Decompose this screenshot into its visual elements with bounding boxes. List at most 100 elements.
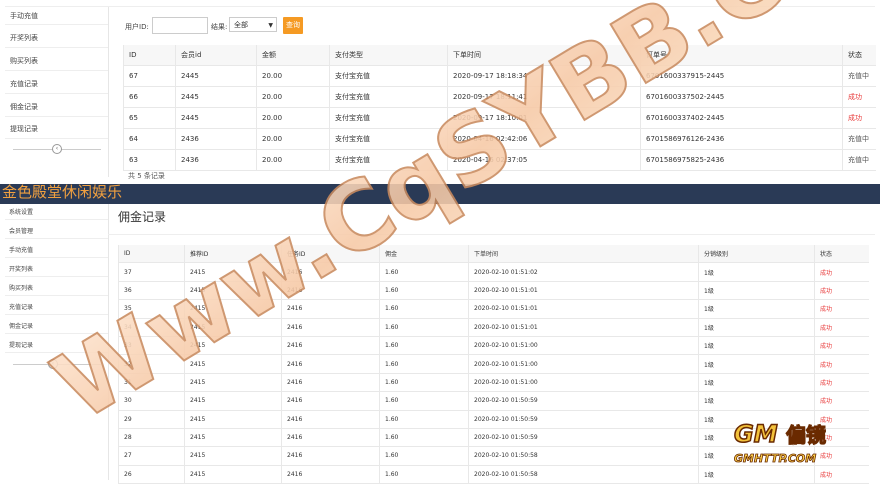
- sidebar-item-manual-recharge[interactable]: 手动充值: [9, 245, 33, 254]
- chevron-left-icon[interactable]: ‹: [48, 359, 58, 369]
- user-id-label: 用户ID:: [125, 23, 149, 31]
- table-row[interactable]: 33 2415 2416 1.60 2020-02-10 01:51:00 1级 成功: [118, 336, 869, 356]
- column-header[interactable]: 金额: [256, 45, 330, 66]
- table-cell: 1.60: [379, 299, 469, 319]
- table-cell: 1级: [698, 318, 815, 337]
- table-cell: 成功: [842, 86, 876, 108]
- column-header[interactable]: 任务ID: [281, 245, 380, 264]
- table-cell: 2020-02-10 01:50:59: [468, 410, 699, 429]
- column-header[interactable]: 分销级别: [698, 245, 815, 264]
- table-cell: 2415: [184, 465, 282, 484]
- table-header-row: ID 推荐ID 任务ID 佣金 下单时间 分销级别 状态: [118, 245, 869, 264]
- page-title: 佣金记录: [118, 210, 167, 224]
- table-row[interactable]: 37 2415 2416 1.60 2020-02-10 01:51:02 1级 成功: [118, 262, 869, 282]
- result-select[interactable]: 全部 ▼: [229, 17, 277, 32]
- table-row[interactable]: 34 2415 2416 1.60 2020-02-10 01:51:01 1级 成功: [118, 318, 869, 337]
- table-cell: 1级: [698, 391, 815, 411]
- column-header[interactable]: 推荐ID: [184, 245, 282, 264]
- table-cell: 2415: [184, 354, 282, 374]
- table-cell: 20.00: [256, 149, 330, 171]
- recharge-table: ID 会员id 金额 支付类型 下单时间 订单号 状态 67 2445 20.00 支…: [123, 45, 876, 171]
- table-cell: 1级: [698, 262, 815, 282]
- sidebar-item-purchase-list[interactable]: 购买列表: [10, 56, 38, 66]
- table-cell: 27: [118, 446, 185, 466]
- table-row[interactable]: 63 2436 20.00 支付宝充值 2020-04-16 02:37:05 67015…: [123, 149, 876, 171]
- sidebar-item-member-management[interactable]: 会员管理: [9, 226, 33, 235]
- table-cell: 2436: [175, 149, 257, 171]
- logo-chinese-text: 偏镜: [786, 423, 826, 447]
- table-cell: 2415: [184, 428, 282, 448]
- sidebar-item-withdraw-records[interactable]: 提现记录: [10, 124, 38, 134]
- table-row[interactable]: 66 2445 20.00 支付宝充值 2020-09-17 18:11:41 67016…: [123, 86, 876, 108]
- table-cell: 2445: [175, 86, 257, 108]
- result-label: 结果:: [211, 23, 228, 31]
- table-cell: 2436: [175, 128, 257, 150]
- sidebar-item-commission-records[interactable]: 佣金记录: [9, 321, 33, 330]
- sidebar-item-recharge-records[interactable]: 充值记录: [10, 79, 38, 89]
- column-header[interactable]: 下单时间: [468, 245, 699, 264]
- table-row[interactable]: 65 2445 20.00 支付宝充值 2020-09-17 18:10:01 67016…: [123, 107, 876, 129]
- column-header[interactable]: 下单时间: [447, 45, 641, 66]
- column-header[interactable]: 支付类型: [329, 45, 448, 66]
- logo-sub-text: GMHTTP.COM: [734, 452, 816, 465]
- table-cell: 成功: [814, 262, 869, 282]
- column-header[interactable]: ID: [123, 45, 176, 66]
- chevron-down-icon: ▼: [268, 22, 273, 29]
- column-header[interactable]: 会员id: [175, 45, 257, 66]
- table-cell: 1.60: [379, 373, 469, 393]
- chevron-left-icon[interactable]: ‹: [52, 144, 62, 154]
- table-row[interactable]: 31 2415 2416 1.60 2020-02-10 01:51:00 1级 成功: [118, 373, 869, 393]
- divider: [5, 352, 108, 353]
- table-cell: 2416: [281, 299, 380, 319]
- sidebar: 手动充值 开奖列表 购买列表 充值记录 佣金记录 提现记录 ‹: [5, 7, 109, 177]
- table-cell: 2415: [184, 318, 282, 337]
- table-row[interactable]: 35 2415 2416 1.60 2020-02-10 01:51:01 1级 成功: [118, 299, 869, 319]
- sidebar-item-purchase-list[interactable]: 购买列表: [9, 283, 33, 292]
- table-row[interactable]: 30 2415 2416 1.60 2020-02-10 01:50:59 1级 成功: [118, 391, 869, 411]
- table-cell: 2416: [281, 446, 380, 466]
- table-row[interactable]: 67 2445 20.00 支付宝充值 2020-09-17 18:18:34 67016…: [123, 65, 876, 87]
- table-cell: 1级: [698, 336, 815, 356]
- record-count: 共 5 条记录: [128, 172, 165, 180]
- table-cell: 2020-02-10 01:50:58: [468, 465, 699, 484]
- table-cell: 2416: [281, 391, 380, 411]
- result-select-value: 全部: [234, 21, 248, 29]
- column-header[interactable]: ID: [118, 245, 185, 264]
- table-row[interactable]: 36 2415 2416 1.60 2020-02-10 01:51:01 1级 成功: [118, 281, 869, 301]
- table-cell: 32: [118, 354, 185, 374]
- table-cell: 65: [123, 107, 176, 129]
- table-cell: 2415: [184, 299, 282, 319]
- table-cell: 成功: [814, 391, 869, 411]
- table-cell: 支付宝充值: [329, 149, 448, 171]
- divider: [5, 314, 108, 315]
- sidebar-item-withdraw-records[interactable]: 提现记录: [9, 340, 33, 349]
- table-cell: 1.60: [379, 391, 469, 411]
- table-cell: 2020-02-10 01:51:00: [468, 354, 699, 374]
- table-cell: 支付宝充值: [329, 107, 448, 129]
- column-header[interactable]: 状态: [814, 245, 869, 264]
- column-header[interactable]: 订单号: [640, 45, 843, 66]
- sidebar-item-manual-recharge[interactable]: 手动充值: [10, 11, 38, 21]
- divider: [5, 333, 108, 334]
- user-id-input[interactable]: [152, 17, 208, 34]
- sidebar-item-lottery-list[interactable]: 开奖列表: [10, 33, 38, 43]
- query-button[interactable]: 查询: [283, 17, 303, 34]
- sidebar-item-system-settings[interactable]: 系统设置: [9, 207, 33, 216]
- table-cell: 2020-02-10 01:51:01: [468, 299, 699, 319]
- sidebar-item-recharge-records[interactable]: 充值记录: [9, 302, 33, 311]
- divider: [5, 238, 108, 239]
- table-cell: 支付宝充值: [329, 65, 448, 87]
- divider: [5, 257, 108, 258]
- table-row[interactable]: 64 2436 20.00 支付宝充值 2020-04-16 02:42:06 67015…: [123, 128, 876, 150]
- table-cell: 支付宝充值: [329, 128, 448, 150]
- column-header[interactable]: 佣金: [379, 245, 469, 264]
- divider: [5, 138, 108, 139]
- table-cell: 2020-04-16 02:37:05: [447, 149, 641, 171]
- table-cell: 2020-02-10 01:51:02: [468, 262, 699, 282]
- table-cell: 1.60: [379, 354, 469, 374]
- sidebar-item-commission-records[interactable]: 佣金记录: [10, 102, 38, 112]
- column-header[interactable]: 状态: [842, 45, 876, 66]
- sidebar-item-lottery-list[interactable]: 开奖列表: [9, 264, 33, 273]
- table-row[interactable]: 32 2415 2416 1.60 2020-02-10 01:51:00 1级 成功: [118, 354, 869, 374]
- table-cell: 1.60: [379, 410, 469, 429]
